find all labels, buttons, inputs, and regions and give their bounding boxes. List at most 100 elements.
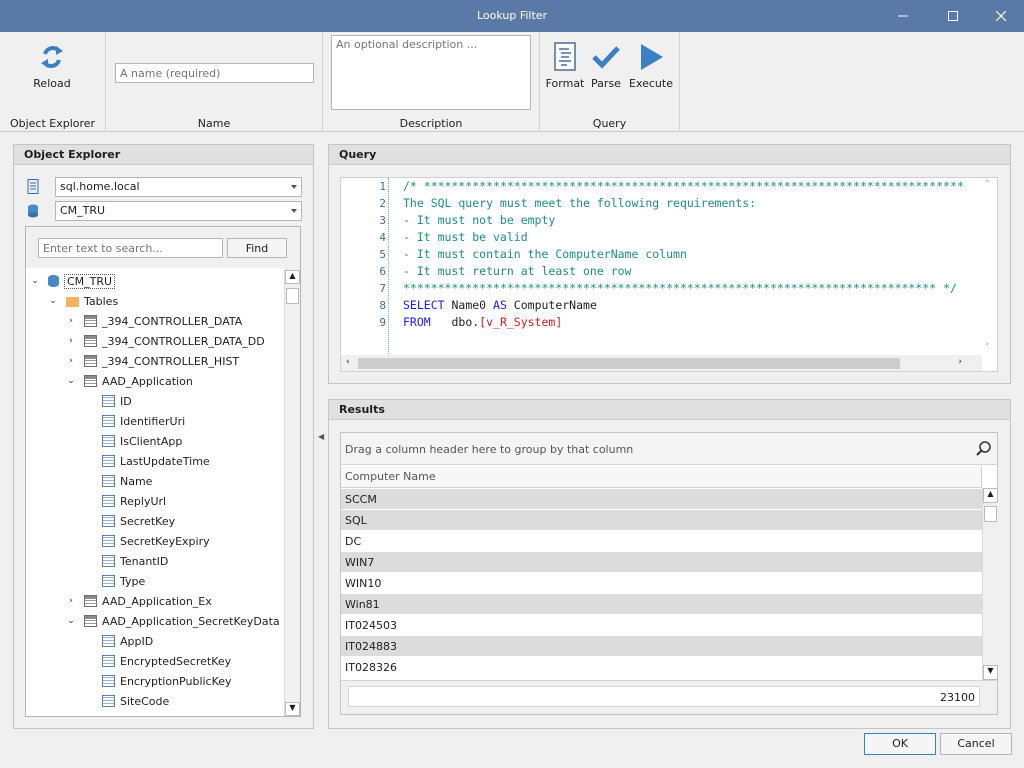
code-line[interactable]: - It must be valid — [403, 229, 964, 246]
tree-item[interactable]: ReplyUrl — [84, 491, 166, 511]
find-button[interactable]: Find — [227, 238, 287, 258]
code-token: The SQL query must meet the following re… — [403, 196, 757, 210]
line-number: 2 — [379, 197, 386, 210]
code-line[interactable]: ****************************************… — [403, 280, 964, 297]
table-row[interactable]: SQL — [341, 510, 982, 531]
tree-item[interactable]: IdentifierUri — [84, 411, 185, 431]
ribbon-group-description: Description — [323, 32, 540, 132]
tree-item[interactable]: IsClientApp — [84, 431, 182, 451]
tree-item[interactable]: › AAD_Application_Ex — [66, 591, 212, 611]
table-row[interactable]: SCCM — [341, 489, 982, 510]
ok-button[interactable]: OK — [864, 733, 936, 755]
server-select[interactable]: sql.home.local — [55, 177, 302, 197]
line-number: 7 — [379, 282, 386, 295]
table-row[interactable]: DC — [341, 531, 982, 552]
editor-hscrollbar[interactable]: ‹ › — [341, 355, 982, 371]
query-editor[interactable]: 1 2 3 4 5 6 7 8 9 /* ***************************… — [340, 177, 998, 372]
tree-item[interactable]: EncryptionPublicKey — [84, 671, 232, 691]
close-button[interactable] — [978, 0, 1024, 32]
tree-item-label: EncryptionPublicKey — [120, 674, 232, 688]
sql-code[interactable]: /* *************************************… — [403, 178, 964, 331]
table-row[interactable]: Win81 — [341, 594, 982, 615]
scroll-left-icon[interactable]: ‹ — [346, 357, 350, 367]
tree-item[interactable]: EncryptedSecretKey — [84, 651, 231, 671]
tree-item[interactable]: Type — [84, 571, 145, 591]
tree-item[interactable]: ⌄ AAD_Application_SecretKeyData — [66, 611, 279, 631]
tree-item[interactable]: › _394_CONTROLLER_DATA — [66, 311, 242, 331]
code-line[interactable]: SELECT Name0 AS ComputerName — [403, 297, 964, 314]
scroll-up-icon[interactable]: ▲ — [983, 488, 998, 503]
code-line[interactable]: - It must not be empty — [403, 212, 964, 229]
chevron-right-icon[interactable]: › — [66, 316, 76, 326]
chevron-down-icon — [291, 185, 297, 189]
tree-item[interactable]: › _394_CONTROLLER_HIST — [66, 351, 239, 371]
table-row[interactable]: WIN10 — [341, 573, 982, 594]
tree-item[interactable]: ID — [84, 391, 132, 411]
computer-name-cell: SCCM — [345, 493, 377, 506]
database-select[interactable]: CM_TRU — [55, 201, 302, 221]
scroll-thumb[interactable] — [984, 506, 997, 522]
computer-name-cell: IT024883 — [345, 640, 397, 653]
database-icon — [28, 204, 38, 218]
tree-item[interactable]: SecretKey — [84, 511, 175, 531]
tree-item[interactable]: ⌄ Tables — [48, 291, 118, 311]
tree-item[interactable]: LastUpdateTime — [84, 451, 210, 471]
tree-item[interactable]: AppID — [84, 631, 153, 651]
code-line[interactable]: The SQL query must meet the following re… — [403, 195, 964, 212]
parse-button[interactable]: Parse — [586, 42, 626, 90]
chevron-down-icon[interactable]: ⌄ — [30, 276, 40, 286]
chevron-right-icon[interactable]: › — [66, 356, 76, 366]
scroll-down-icon[interactable]: ˅ — [985, 343, 990, 353]
tree-item[interactable]: ⌄ CM_TRU — [30, 271, 116, 291]
tree-item[interactable]: › _394_CONTROLLER_DATA_DD — [66, 331, 265, 351]
chevron-down-icon[interactable]: ⌄ — [48, 296, 58, 306]
scroll-down-icon[interactable]: ▼ — [983, 665, 998, 680]
code-token: ****************************************… — [403, 281, 957, 295]
chevron-down-icon[interactable]: ⌄ — [66, 376, 76, 386]
maximize-button[interactable] — [930, 0, 976, 32]
tree-item[interactable]: TenantID — [84, 551, 168, 571]
scroll-thumb[interactable] — [286, 288, 299, 304]
scroll-right-icon[interactable]: › — [958, 357, 962, 367]
chevron-right-icon[interactable]: › — [66, 596, 76, 606]
group-panel[interactable]: Drag a column header here to group by th… — [341, 433, 997, 465]
scroll-down-icon[interactable]: ▼ — [285, 702, 300, 716]
table-row[interactable]: IT028326 — [341, 657, 982, 678]
column-icon — [102, 675, 115, 687]
code-line[interactable]: FROM dbo.[v_R_System] — [403, 314, 964, 331]
search-input[interactable] — [38, 238, 223, 258]
cancel-button[interactable]: Cancel — [940, 733, 1012, 755]
code-line[interactable]: - It must contain the ComputerName colum… — [403, 246, 964, 263]
chevron-right-icon[interactable]: › — [66, 336, 76, 346]
editor-vscrollbar[interactable]: ˄ ˅ — [981, 178, 997, 355]
search-icon[interactable] — [976, 441, 991, 457]
object-tree[interactable]: ⌄ CM_TRU ⌄ Tables › _394_CONTROLLER_DATA › _394… — [26, 268, 284, 716]
code-token: [v_R_System] — [479, 315, 563, 329]
execute-button[interactable]: Execute — [628, 42, 674, 90]
code-token: ComputerName — [506, 298, 597, 312]
tree-item[interactable]: SiteCode — [84, 691, 169, 711]
column-header-computer-name[interactable]: Computer Name — [341, 466, 982, 488]
tree-item-label: Tables — [84, 294, 119, 308]
table-row[interactable]: IT024503 — [341, 615, 982, 636]
format-button[interactable]: Format — [544, 42, 586, 90]
splitter-arrow-icon[interactable]: ◀ — [318, 432, 324, 441]
table-row[interactable]: WIN7 — [341, 552, 982, 573]
hscroll-thumb[interactable] — [358, 358, 900, 369]
scroll-up-icon[interactable]: ˄ — [985, 180, 990, 190]
chevron-down-icon[interactable]: ⌄ — [66, 616, 76, 626]
name-input[interactable] — [115, 63, 314, 83]
tree-item[interactable]: SecretKeyExpiry — [84, 531, 210, 551]
minimize-button[interactable] — [880, 0, 926, 32]
tree-scrollbar[interactable]: ▲ ▼ — [284, 270, 300, 716]
tree-item[interactable]: ⌄ AAD_Application — [66, 371, 193, 391]
code-line[interactable]: /* *************************************… — [403, 178, 964, 195]
description-input[interactable] — [331, 35, 531, 110]
tree-item[interactable]: Name — [84, 471, 152, 491]
table-row[interactable]: IT024883 — [341, 636, 982, 657]
reload-button[interactable]: Reload — [30, 42, 74, 90]
scroll-up-icon[interactable]: ▲ — [285, 270, 300, 284]
code-line[interactable]: - It must return at least one row — [403, 263, 964, 280]
code-token: dbo. — [430, 315, 480, 329]
results-scrollbar[interactable]: ▲ ▼ — [982, 488, 998, 680]
